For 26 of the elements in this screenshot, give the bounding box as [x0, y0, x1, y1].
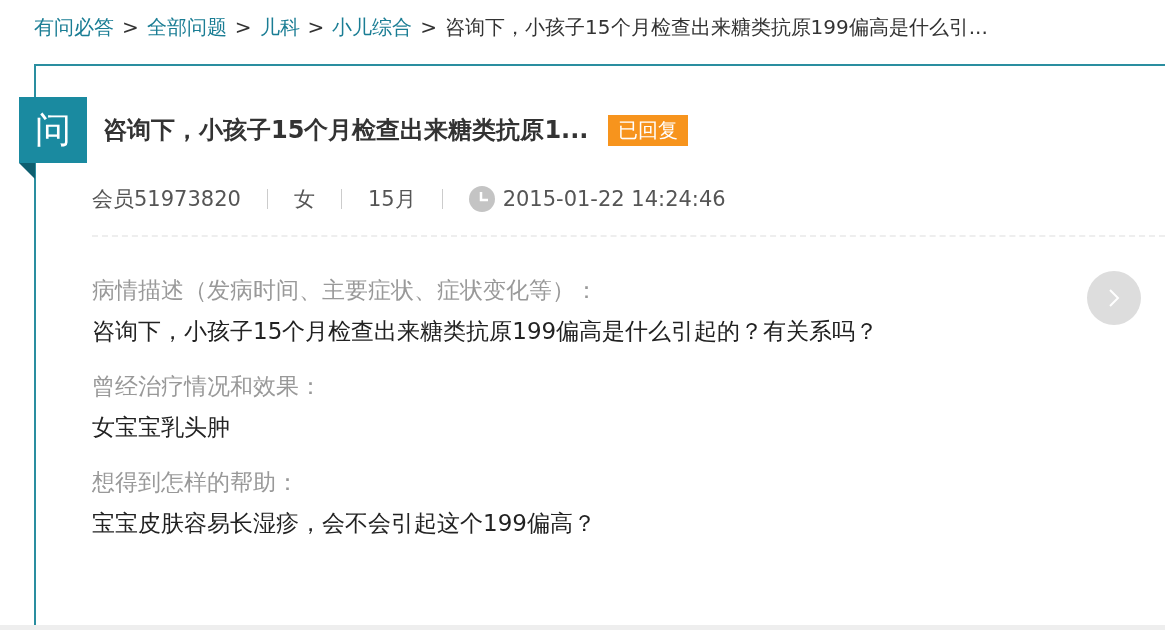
section-label: 曾经治疗情况和效果：: [92, 372, 322, 401]
breadcrumb-separator: >: [307, 15, 325, 39]
breadcrumb-link[interactable]: 儿科: [259, 13, 300, 41]
breadcrumb-link[interactable]: 全部问题: [146, 13, 227, 41]
status-badge: 已回复: [608, 114, 689, 146]
post-time: 2015-01-22 14:24:46: [502, 187, 726, 211]
section-label: 病情描述（发病时间、主要症状、症状变化等）：: [92, 276, 598, 305]
section-text: 女宝宝乳头肿: [92, 413, 230, 442]
age: 15月: [367, 186, 416, 213]
question-badge: 问: [19, 97, 87, 163]
breadcrumb-link[interactable]: 有问必答: [34, 13, 114, 41]
next-button[interactable]: [1087, 271, 1141, 325]
chevron-right-icon: [1107, 287, 1121, 309]
breadcrumb-separator: >: [122, 15, 139, 39]
question-title: 咨询下，小孩子15个月检查出来糖类抗原1...: [103, 115, 589, 146]
badge-fold: [19, 163, 35, 179]
clock-icon: [468, 186, 495, 212]
section-label: 想得到怎样的帮助：: [92, 468, 299, 497]
section-text: 宝宝皮肤容易长湿疹，会不会引起这个199偏高？: [92, 509, 596, 538]
breadcrumb-separator: >: [420, 15, 438, 39]
gender: 女: [293, 186, 315, 213]
section-text: 咨询下，小孩子15个月检查出来糖类抗原199偏高是什么引起的？有关系吗？: [92, 317, 879, 346]
breadcrumb-link[interactable]: 小儿综合: [332, 13, 413, 41]
breadcrumb-separator: >: [234, 15, 252, 39]
breadcrumb-current-page: 咨询下，小孩子15个月检查出来糖类抗原199偏高是什么引...: [445, 13, 988, 41]
user-name: 会员51973820: [92, 186, 241, 213]
